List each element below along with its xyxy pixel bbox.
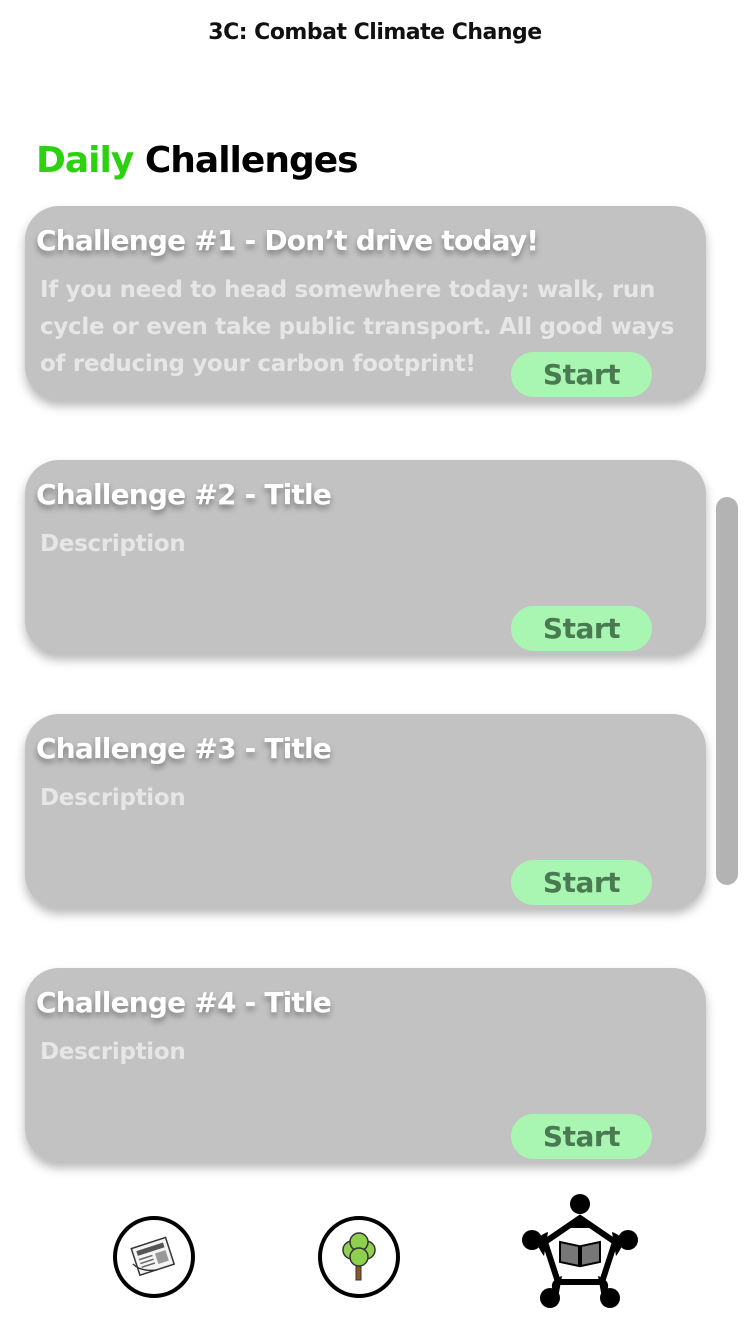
challenge-title: Challenge #1 - Don’t drive today! xyxy=(36,224,539,257)
page-title-accent: Daily xyxy=(36,140,134,181)
page-title: Daily Challenges xyxy=(36,140,359,181)
community-book-icon xyxy=(522,1194,638,1308)
news-nav-button[interactable] xyxy=(113,1216,195,1298)
start-button[interactable]: Start xyxy=(511,606,652,651)
community-nav-button[interactable] xyxy=(520,1190,640,1310)
challenge-description: Description xyxy=(40,785,186,811)
start-button[interactable]: Start xyxy=(511,860,652,905)
challenge-card-1: Challenge #1 - Don’t drive today! If you… xyxy=(25,206,706,400)
bottom-nav xyxy=(0,1180,750,1320)
tree-nav-button[interactable] xyxy=(318,1216,400,1298)
challenge-description: Description xyxy=(40,531,186,557)
challenge-title: Challenge #2 - Title xyxy=(36,478,332,511)
newspaper-icon xyxy=(130,1236,176,1277)
start-button[interactable]: Start xyxy=(511,352,652,397)
start-button[interactable]: Start xyxy=(511,1114,652,1159)
challenge-title: Challenge #4 - Title xyxy=(36,986,332,1019)
challenge-card-3: Challenge #3 - Title Description Start xyxy=(25,714,706,908)
challenge-card-4: Challenge #4 - Title Description Start xyxy=(25,968,706,1162)
challenge-title: Challenge #3 - Title xyxy=(36,732,332,765)
page-title-rest: Challenges xyxy=(144,140,359,181)
scrollbar[interactable] xyxy=(716,497,738,885)
app-title: 3C: Combat Climate Change xyxy=(208,20,542,45)
tree-icon xyxy=(342,1232,376,1281)
challenge-description: Description xyxy=(40,1039,186,1065)
challenge-card-2: Challenge #2 - Title Description Start xyxy=(25,460,706,654)
